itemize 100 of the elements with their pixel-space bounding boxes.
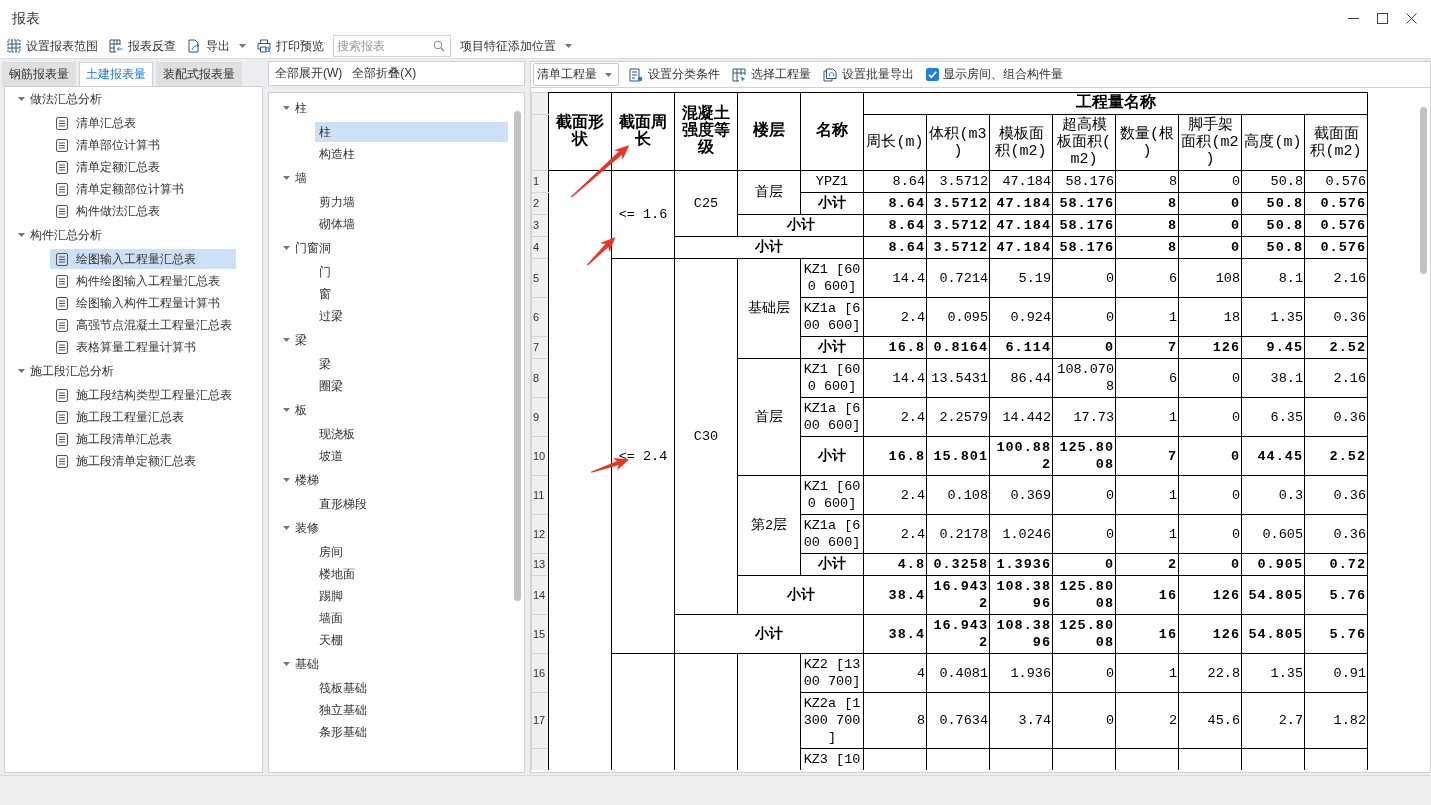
close-icon[interactable] xyxy=(1406,13,1417,24)
tree-item[interactable]: 清单定额部位计算书 xyxy=(50,179,236,199)
tree-group[interactable]: 柱 xyxy=(269,96,313,120)
table-cell: 13.5431 xyxy=(926,358,990,398)
search-field[interactable]: 搜索报表 xyxy=(333,35,451,57)
table-cell: 38.4 xyxy=(863,614,927,654)
table-cell: 126 xyxy=(1178,336,1242,359)
tree-item[interactable]: 剪力墙 xyxy=(315,192,508,212)
tree-group[interactable]: 构件汇总分析 xyxy=(5,223,108,247)
row-number: 15 xyxy=(531,614,549,654)
row-number: 9 xyxy=(531,397,549,437)
scrollbar-thumb[interactable] xyxy=(513,111,521,601)
tab[interactable]: 钢筋报表量 xyxy=(2,62,76,86)
table-cell: 16.9432 xyxy=(926,575,990,615)
tree-item[interactable]: 楼地面 xyxy=(315,564,508,584)
tree-item[interactable]: 表格算量工程量计算书 xyxy=(50,337,236,357)
tree-item[interactable]: 墙面 xyxy=(315,608,508,628)
tree-group[interactable]: 墙 xyxy=(269,166,313,190)
tree-item[interactable]: 构件做法汇总表 xyxy=(50,201,236,221)
toolbar-button[interactable]: 导出 xyxy=(183,35,250,57)
tree-item[interactable]: 施工段清单汇总表 xyxy=(50,429,236,449)
checkbox[interactable] xyxy=(926,68,939,81)
table-cell: 0 xyxy=(1052,258,1116,298)
table-cell: 54.805 xyxy=(1241,575,1305,615)
tree-item[interactable]: 窗 xyxy=(315,284,508,304)
toolbar-button[interactable]: 设置报表范围 xyxy=(3,35,102,57)
toolbar-button[interactable]: 选择工程量 xyxy=(728,63,815,86)
tree-item[interactable]: 条形基础 xyxy=(315,722,508,742)
tree-item[interactable]: 施工段工程量汇总表 xyxy=(50,407,236,427)
toolbar-button[interactable]: 报表反查 xyxy=(105,35,180,57)
tree-group[interactable]: 梁 xyxy=(269,328,313,352)
column-header: 数量(根) xyxy=(1115,114,1179,171)
toolbar-button[interactable]: 设置分类条件 xyxy=(625,63,724,86)
table-cell: 2.52 xyxy=(1304,336,1368,359)
scrollbar-thumb[interactable] xyxy=(1419,107,1427,274)
column-header: 脚手架面积(m2) xyxy=(1178,114,1242,171)
row-number: 16 xyxy=(531,653,549,693)
tree-item[interactable]: 绘图输入构件工程量计算书 xyxy=(50,293,236,313)
tree-group[interactable]: 做法汇总分析 xyxy=(5,87,108,111)
table-cell: 2.7 xyxy=(1241,692,1305,749)
toolbar-button[interactable]: 项目特征添加位置 xyxy=(456,35,576,57)
tree-group[interactable]: 装修 xyxy=(269,516,325,540)
tree-item[interactable]: 过梁 xyxy=(315,306,508,326)
tree-item[interactable]: 柱 xyxy=(315,122,508,142)
tree-item[interactable]: 门 xyxy=(315,262,508,282)
tree-group[interactable]: 板 xyxy=(269,398,313,422)
tree-group[interactable]: 门窗洞 xyxy=(269,236,337,260)
tree-item[interactable]: 天棚 xyxy=(315,630,508,650)
table-cell: 0.108 xyxy=(926,475,990,515)
table-cell: 0 xyxy=(1178,236,1242,259)
tree-item[interactable]: 梁 xyxy=(315,354,508,374)
tree-item[interactable]: 施工段清单定额汇总表 xyxy=(50,451,236,471)
row-number: 8 xyxy=(531,358,549,398)
tree-item[interactable]: 房间 xyxy=(315,542,508,562)
tree-item[interactable]: 坡道 xyxy=(315,446,508,466)
table-cell: 2.2579 xyxy=(926,397,990,437)
mode-dropdown[interactable]: 清单工程量 xyxy=(533,63,619,86)
tree-item[interactable]: 构造柱 xyxy=(315,144,508,164)
table-cell: 0 xyxy=(1052,475,1116,515)
document-icon xyxy=(56,296,68,310)
tree-item[interactable]: 踢脚 xyxy=(315,586,508,606)
table-cell: 16 xyxy=(1115,614,1179,654)
tree-item[interactable]: 圈梁 xyxy=(315,376,508,396)
tree-item[interactable]: 直形梯段 xyxy=(315,494,508,514)
tree-item[interactable]: 施工段结构类型工程量汇总表 xyxy=(50,385,236,405)
tree-item[interactable]: 砌体墙 xyxy=(315,214,508,234)
table-cell: 47.184 xyxy=(989,236,1053,259)
table-cell: 8 xyxy=(1115,192,1179,215)
toolbar-button[interactable]: 设置批量导出 xyxy=(819,63,918,86)
tree-item[interactable]: 筏板基础 xyxy=(315,678,508,698)
caret-icon xyxy=(605,72,612,77)
text-button[interactable]: 全部展开(W) xyxy=(273,65,345,82)
tree-group[interactable]: 施工段汇总分析 xyxy=(5,359,120,383)
tree-group[interactable]: 基础 xyxy=(269,652,325,676)
table-cell: 1.3936 xyxy=(989,553,1053,576)
tree-item[interactable]: 高强节点混凝土工程量汇总表 xyxy=(50,315,236,335)
table-cell: 3.74 xyxy=(989,692,1053,749)
tree-item[interactable]: 构件绘图输入工程量汇总表 xyxy=(50,271,236,291)
tree-item[interactable]: 清单部位计算书 xyxy=(50,135,236,155)
table-cell: 首层 xyxy=(737,170,801,215)
toolbar-button[interactable]: 打印预览 xyxy=(253,35,328,57)
tab[interactable]: 土建报表量 xyxy=(79,62,153,86)
table-cell: 58.176 xyxy=(1052,170,1116,193)
tree-item[interactable]: 独立基础 xyxy=(315,700,508,720)
table-cell: 0 xyxy=(1052,553,1116,576)
table-cell: 0.8164 xyxy=(926,336,990,359)
tree-item[interactable]: 清单汇总表 xyxy=(50,113,236,133)
table-cell: 0 xyxy=(1178,214,1242,237)
tree-group[interactable]: 楼梯 xyxy=(269,468,325,492)
checkbox-label[interactable]: 显示房间、组合构件量 xyxy=(943,66,1063,83)
tab[interactable]: 装配式报表量 xyxy=(156,62,242,86)
column-header: 楼层 xyxy=(737,92,801,171)
maximize-icon[interactable] xyxy=(1377,13,1388,24)
tree-item[interactable]: 现浇板 xyxy=(315,424,508,444)
table-cell: 0 xyxy=(1178,397,1242,437)
printer-icon xyxy=(257,39,271,53)
text-button[interactable]: 全部折叠(X) xyxy=(350,65,419,82)
tree-item[interactable]: 清单定额汇总表 xyxy=(50,157,236,177)
tree-item[interactable]: 绘图输入工程量汇总表 xyxy=(50,249,236,269)
table-cell: 58.176 xyxy=(1052,214,1116,237)
